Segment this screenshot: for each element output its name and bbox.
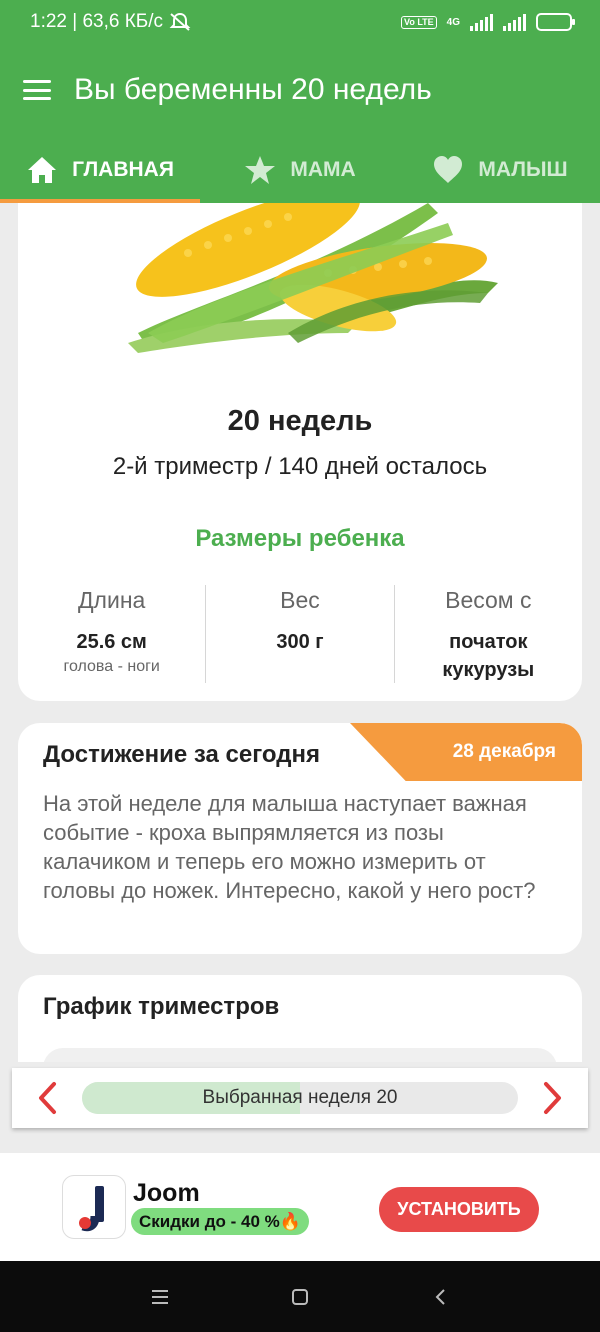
network-type: 4G — [446, 16, 460, 28]
status-bar: 1:22 | 63,6 КБ/с Vo LTE 4G — [0, 0, 600, 44]
next-week-button[interactable] — [518, 1068, 588, 1128]
week-subtitle: 2-й триместр / 140 дней осталось — [112, 453, 488, 480]
size-compare-value: початок кукурузы — [442, 631, 535, 681]
size-length-value: 25.6 см — [76, 631, 147, 653]
battery-icon — [536, 13, 575, 31]
app-bar: Вы беременны 20 недель — [0, 44, 600, 136]
content-scroll[interactable]: 20 недель 2-й триместр / 140 дней остало… — [0, 203, 600, 1062]
ad-banner[interactable]: Joom Скидки до - 40 %🔥 УСТАНОВИТЬ — [0, 1153, 600, 1261]
achievement-text: На этой неделе для малыша наступает важн… — [43, 791, 536, 903]
hamburger-icon — [23, 80, 51, 100]
size-weight-value: 300 г — [276, 631, 324, 653]
week-card: 20 недель 2-й триместр / 140 дней остало… — [18, 203, 582, 701]
joom-logo-icon — [62, 1175, 126, 1239]
size-weight-label: Вес — [280, 587, 320, 613]
status-right: Vo LTE 4G — [400, 13, 575, 31]
week-title: 20 недель — [227, 405, 373, 437]
system-nav-bar — [0, 1261, 600, 1332]
tab-baby[interactable]: МАЛЫШ — [400, 136, 600, 203]
menu-lines-icon — [152, 1289, 168, 1304]
tab-mom-label: МАМА — [290, 157, 356, 181]
date-badge: 28 декабря — [350, 723, 582, 781]
recents-button[interactable] — [145, 1282, 175, 1312]
back-button[interactable] — [425, 1282, 455, 1312]
date-badge-label: 28 декабря — [452, 741, 556, 762]
square-icon — [292, 1288, 308, 1305]
signal-icon-2 — [503, 13, 526, 31]
size-compare-label: Весом с — [445, 587, 532, 613]
prev-week-button[interactable] — [12, 1068, 82, 1128]
tab-mom[interactable]: МАМА — [200, 136, 400, 203]
achievement-title: Достижение за сегодня — [43, 741, 320, 768]
corn-icon — [128, 203, 498, 353]
heart-icon — [434, 155, 463, 183]
trimester-chart — [43, 1048, 557, 1062]
star-icon — [245, 155, 276, 184]
mute-icon — [169, 12, 191, 31]
install-button[interactable]: УСТАНОВИТЬ — [379, 1187, 539, 1232]
menu-button[interactable] — [0, 44, 74, 136]
tab-bar: ГЛАВНАЯ МАМА МАЛЫШ — [0, 136, 600, 203]
baby-sizes: Длина 25.6 см голова - ноги Вес 300 г Ве… — [18, 585, 582, 683]
chevron-left-icon — [39, 1082, 56, 1114]
achievement-card: 28 декабря Достижение за сегодня На этой… — [18, 723, 582, 954]
volte-icon: Vo LTE — [400, 15, 437, 29]
trimester-chart-card: График триместров — [18, 975, 582, 1062]
chevron-right-icon — [544, 1082, 561, 1114]
tab-baby-label: МАЛЫШ — [478, 157, 568, 181]
size-length-label: Длина — [77, 587, 146, 613]
tab-home[interactable]: ГЛАВНАЯ — [0, 136, 200, 203]
ad-promo-badge: Скидки до - 40 %🔥 — [131, 1208, 309, 1235]
back-chevron-icon — [435, 1288, 445, 1305]
page-title: Вы беременны 20 недель — [74, 73, 432, 106]
ad-app-name: Joom — [133, 1179, 200, 1207]
week-progress[interactable]: Выбранная неделя 20 — [82, 1082, 518, 1114]
home-nav-button[interactable] — [285, 1282, 315, 1312]
size-weight: Вес 300 г — [205, 585, 393, 683]
status-left: 1:22 | 63,6 КБ/с — [30, 11, 191, 33]
status-time-speed: 1:22 | 63,6 КБ/с — [30, 11, 164, 32]
baby-sizes-title: Размеры ребенка — [195, 525, 405, 552]
trimester-chart-title: График триместров — [43, 993, 280, 1020]
size-length-note: голова - ноги — [63, 658, 160, 675]
week-progress-label: Выбранная неделя 20 — [202, 1087, 398, 1108]
home-icon — [28, 156, 57, 183]
size-length: Длина 25.6 см голова - ноги — [18, 585, 205, 683]
tab-home-label: ГЛАВНАЯ — [72, 157, 174, 181]
size-compare: Весом с початок кукурузы — [393, 585, 582, 683]
signal-icon — [470, 13, 493, 31]
week-selector: Выбранная неделя 20 — [12, 1068, 588, 1128]
